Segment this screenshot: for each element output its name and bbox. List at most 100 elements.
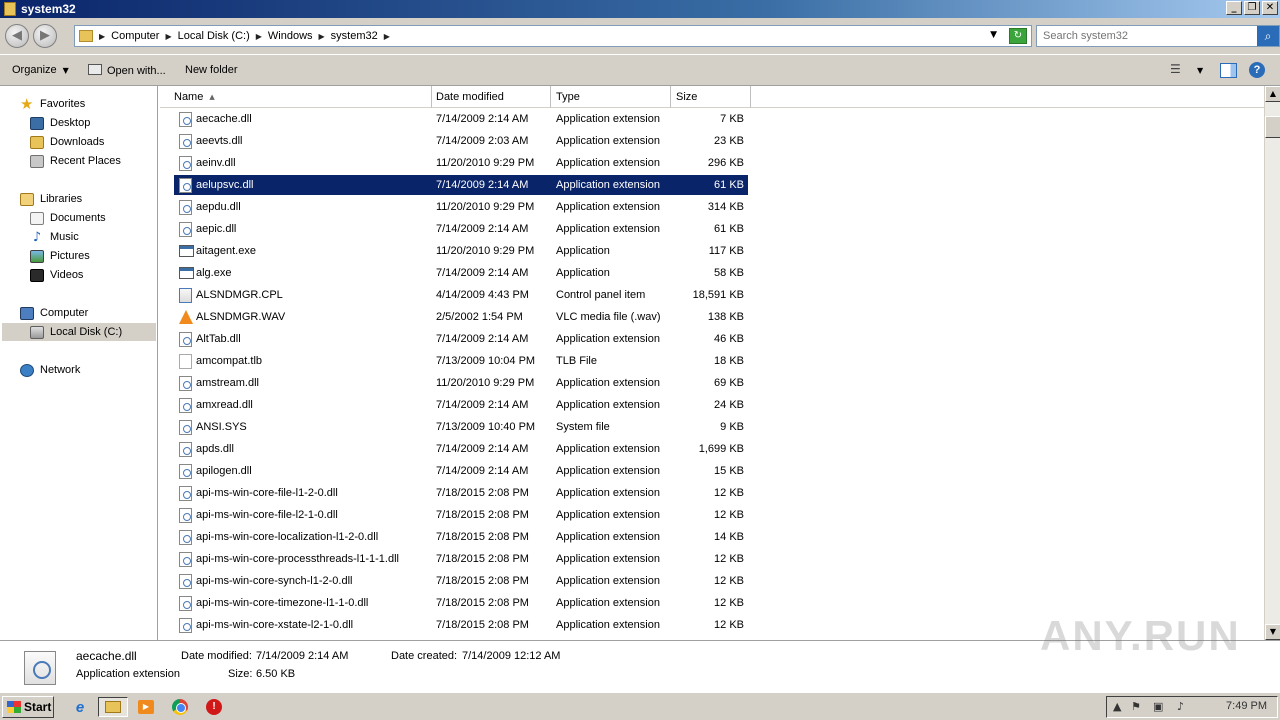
column-header-size[interactable]: Size — [671, 86, 751, 108]
nav-label: Pictures — [50, 250, 90, 262]
file-row[interactable]: apilogen.dll 7/14/2009 2:14 AM Application… — [174, 461, 748, 481]
nav-downloads[interactable]: Downloads — [30, 133, 104, 151]
file-row[interactable]: api-ms-win-core-xstate-l2-1-0.dll 7/18/20… — [174, 615, 748, 635]
media-player-icon[interactable]: ▶ — [134, 697, 158, 717]
scroll-down-button[interactable]: ▼ — [1265, 624, 1280, 640]
nav-recent-places[interactable]: Recent Places — [30, 152, 121, 170]
forward-button[interactable]: ▶ — [33, 24, 57, 48]
clock[interactable]: 7:49 PM — [1226, 700, 1267, 712]
file-row[interactable]: api-ms-win-core-localization-l1-2-0.dll 7… — [174, 527, 748, 547]
column-header-type[interactable]: Type — [551, 86, 671, 108]
chrome-icon[interactable] — [168, 697, 192, 717]
breadcrumb-local-disk[interactable]: Local Disk (C:) — [178, 30, 250, 42]
breadcrumb-windows[interactable]: Windows — [268, 30, 313, 42]
file-row[interactable]: amxread.dll 7/14/2009 2:14 AM Application … — [174, 395, 748, 415]
nav-music[interactable]: ♪ Music — [30, 228, 79, 246]
flag-icon[interactable]: ⚑ — [1131, 700, 1141, 713]
breadcrumb-computer[interactable]: Computer — [111, 30, 159, 42]
vertical-scrollbar[interactable]: ▲ ▼ — [1264, 86, 1280, 640]
column-header-name[interactable]: Name ▲ — [160, 86, 432, 108]
refresh-icon[interactable]: ↻ — [1009, 28, 1027, 44]
dll-file-icon — [179, 464, 192, 479]
file-row[interactable]: ALSNDMGR.WAV 2/5/2002 1:54 PM VLC media fi… — [174, 307, 748, 327]
file-row[interactable]: api-ms-win-core-file-l1-2-0.dll 7/18/2015… — [174, 483, 748, 503]
network-tray-icon[interactable]: ▣ — [1153, 700, 1163, 713]
chevron-right-icon[interactable]: ▶ — [384, 32, 390, 41]
file-row[interactable]: aecache.dll 7/14/2009 2:14 AM Application … — [174, 109, 748, 129]
volume-icon[interactable]: ♪ — [1177, 700, 1184, 713]
window-controls: _ ❐ ✕ — [1226, 1, 1278, 15]
file-row[interactable]: aepic.dll 7/14/2009 2:14 AM Application ex… — [174, 219, 748, 239]
file-row[interactable]: aeinv.dll 11/20/2010 9:29 PM Application e… — [174, 153, 748, 173]
explorer-folder-icon[interactable] — [98, 697, 128, 717]
help-icon[interactable]: ? — [1249, 62, 1265, 78]
file-row[interactable]: ALSNDMGR.CPL 4/14/2009 4:43 PM Control pan… — [174, 285, 748, 305]
nav-computer[interactable]: Computer — [20, 304, 88, 322]
file-row[interactable]: aitagent.exe 11/20/2010 9:29 PM Applicatio… — [174, 241, 748, 261]
search-input[interactable] — [1037, 26, 1247, 46]
new-folder-button[interactable]: New folder — [185, 64, 238, 76]
file-row[interactable]: api-ms-win-core-processthreads-l1-1-1.dl… — [174, 549, 748, 569]
organize-button[interactable]: Organize ▼ — [12, 64, 69, 76]
nav-videos[interactable]: Videos — [30, 266, 83, 284]
folder-icon — [79, 30, 93, 42]
file-row[interactable]: AltTab.dll 7/14/2009 2:14 AM Application e… — [174, 329, 748, 349]
nav-desktop[interactable]: Desktop — [30, 114, 90, 132]
chevron-up-icon[interactable]: ▲ — [1113, 700, 1121, 713]
file-name: amxread.dll — [196, 399, 253, 411]
file-size: 138 KB — [707, 311, 744, 323]
back-button[interactable]: ◀ — [5, 24, 29, 48]
column-header-date[interactable]: Date modified — [432, 86, 551, 108]
chevron-down-icon[interactable]: ▼ — [1197, 66, 1203, 84]
file-row[interactable]: aelupsvc.dll 7/14/2009 2:14 AM Application… — [174, 175, 748, 195]
file-row[interactable]: apds.dll 7/14/2009 2:14 AM Application ext… — [174, 439, 748, 459]
change-view-icon[interactable]: ☰ — [1170, 62, 1186, 80]
nav-libraries[interactable]: Libraries — [20, 190, 82, 208]
title-bar[interactable]: system32 _ ❐ ✕ — [0, 0, 1280, 18]
file-row[interactable]: amcompat.tlb 7/13/2009 10:04 PM TLB File 18… — [174, 351, 748, 371]
breadcrumb-system32[interactable]: system32 — [331, 30, 378, 42]
file-name: aepdu.dll — [196, 201, 241, 213]
file-size: 24 KB — [714, 399, 744, 411]
file-row[interactable]: alg.exe 7/14/2009 2:14 AM Application 58 KB — [174, 263, 748, 283]
chevron-right-icon[interactable]: ▶ — [256, 32, 262, 41]
scroll-thumb[interactable] — [1265, 116, 1280, 138]
nav-pictures[interactable]: Pictures — [30, 247, 90, 265]
start-button[interactable]: Start — [2, 696, 54, 718]
scroll-up-button[interactable]: ▲ — [1265, 86, 1280, 102]
maximize-button[interactable]: ❐ — [1244, 1, 1260, 15]
file-type: Application extension — [556, 201, 660, 213]
address-bar[interactable]: ▶ Computer ▶ Local Disk (C:) ▶ Windows ▶… — [74, 25, 1032, 47]
file-row[interactable]: api-ms-win-core-synch-l1-2-0.dll 7/18/201… — [174, 571, 748, 591]
nav-favorites[interactable]: ★ Favorites — [20, 95, 85, 113]
file-row[interactable]: api-ms-win-core-file-l2-1-0.dll 7/18/2015… — [174, 505, 748, 525]
minimize-button[interactable]: _ — [1226, 1, 1242, 15]
nav-local-disk[interactable]: Local Disk (C:) — [2, 323, 156, 341]
file-type: System file — [556, 421, 610, 433]
nav-documents[interactable]: Documents — [30, 209, 106, 227]
chevron-right-icon[interactable]: ▶ — [319, 32, 325, 41]
details-size-value: 6.50 KB — [256, 668, 296, 680]
preview-pane-icon[interactable] — [1220, 63, 1237, 78]
file-type: Application extension — [556, 399, 660, 411]
dll-file-icon — [179, 618, 192, 633]
chevron-right-icon[interactable]: ▶ — [165, 32, 171, 41]
file-row[interactable]: ANSI.SYS 7/13/2009 10:40 PM System file 9 K… — [174, 417, 748, 437]
address-history-dropdown[interactable]: ▼ — [990, 30, 997, 40]
chevron-right-icon[interactable]: ▶ — [99, 32, 105, 41]
system-tray: ▲ ⚑ ▣ ♪ 7:49 PM — [1106, 696, 1278, 718]
star-icon: ★ — [20, 94, 34, 113]
nav-network[interactable]: Network — [20, 361, 80, 379]
internet-explorer-icon[interactable]: e — [68, 697, 92, 717]
open-with-button[interactable]: Open with... — [88, 64, 166, 77]
file-row[interactable]: aepdu.dll 11/20/2010 9:29 PM Application e… — [174, 197, 748, 217]
file-name: ANSI.SYS — [196, 421, 247, 433]
close-button[interactable]: ✕ — [1262, 1, 1278, 15]
stop-icon[interactable]: ! — [202, 697, 226, 717]
navigation-pane: ★ Favorites Desktop Downloads Recent Plac… — [0, 86, 158, 640]
file-type: Application extension — [556, 443, 660, 455]
file-row[interactable]: api-ms-win-core-timezone-l1-1-0.dll 7/18/… — [174, 593, 748, 613]
file-row[interactable]: aeevts.dll 7/14/2009 2:03 AM Application e… — [174, 131, 748, 151]
search-icon[interactable]: ⌕ — [1257, 26, 1279, 46]
file-row[interactable]: amstream.dll 11/20/2010 9:29 PM Applicatio… — [174, 373, 748, 393]
